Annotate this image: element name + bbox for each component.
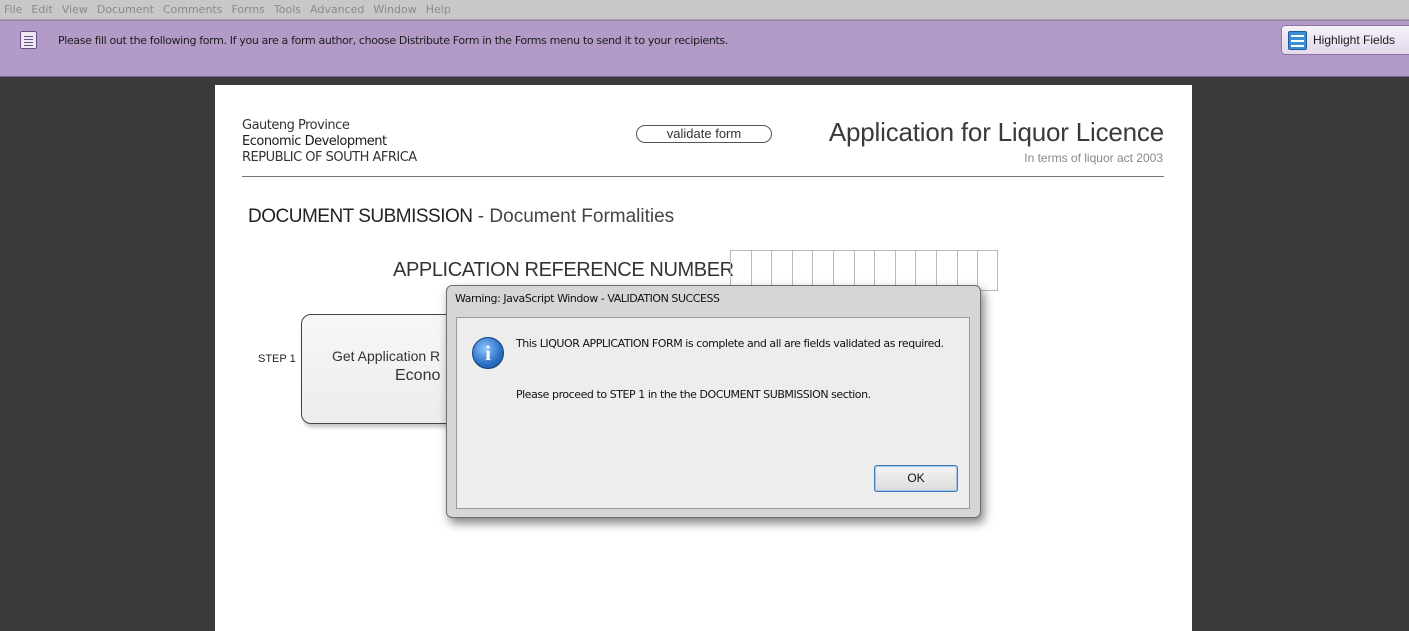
header-divider	[242, 176, 1164, 177]
validation-dialog: Warning: JavaScript Window - VALIDATION …	[446, 285, 981, 518]
step-1-button[interactable]: Get Application R Econo	[301, 314, 461, 424]
menu-document[interactable]: Document	[97, 3, 154, 16]
step-label: STEP 1	[258, 353, 296, 365]
reference-number-label: APPLICATION REFERENCE NUMBER	[393, 259, 734, 281]
form-title: Application for Liquor Licence	[828, 117, 1164, 147]
highlight-fields-button[interactable]: Highlight Fields	[1281, 25, 1409, 55]
province-label: Gauteng Province	[242, 118, 350, 133]
dialog-message-2: Please proceed to STEP 1 in the the DOCU…	[516, 388, 871, 401]
menu-window[interactable]: Window	[373, 3, 416, 16]
dialog-title: Warning: JavaScript Window - VALIDATION …	[455, 292, 720, 305]
highlight-fields-label: Highlight Fields	[1313, 33, 1396, 47]
menu-tools[interactable]: Tools	[274, 3, 301, 16]
menu-bar: File Edit View Document Comments Forms T…	[0, 0, 1409, 20]
menu-edit[interactable]: Edit	[31, 3, 52, 16]
country-label: REPUBLIC OF SOUTH AFRICA	[242, 150, 417, 165]
document-message-bar: Please fill out the following form. If y…	[0, 20, 1409, 77]
highlight-fields-icon	[1288, 30, 1307, 50]
form-header-left: Gauteng Province Economic Development RE…	[242, 118, 417, 166]
step-1-text-line-1: Get Application R	[332, 348, 441, 364]
document-icon	[20, 31, 37, 49]
menu-forms[interactable]: Forms	[231, 3, 264, 16]
department-label: Economic Development	[242, 134, 387, 149]
menu-file[interactable]: File	[4, 3, 22, 16]
form-subtitle: In terms of liquor act 2003	[1024, 151, 1163, 165]
dialog-message-1: This LIQUOR APPLICATION FORM is complete…	[516, 337, 944, 350]
menu-help[interactable]: Help	[426, 3, 451, 16]
section-subtitle: - Document Formalities	[477, 206, 675, 227]
message-bar-text: Please fill out the following form. If y…	[58, 34, 728, 47]
menu-view[interactable]: View	[62, 3, 88, 16]
ok-button[interactable]: OK	[874, 465, 958, 492]
validate-form-button[interactable]: validate form	[636, 125, 772, 143]
menu-comments[interactable]: Comments	[163, 3, 223, 16]
dialog-body: i This LIQUOR APPLICATION FORM is comple…	[456, 317, 970, 509]
section-title: DOCUMENT SUBMISSION	[248, 206, 473, 227]
section-heading: DOCUMENT SUBMISSION - Document Formaliti…	[248, 206, 674, 228]
reference-number-cell[interactable]	[977, 251, 998, 290]
info-icon: i	[472, 337, 504, 369]
menu-advanced[interactable]: Advanced	[310, 3, 364, 16]
step-1-text-line-2: Econo	[395, 367, 441, 384]
